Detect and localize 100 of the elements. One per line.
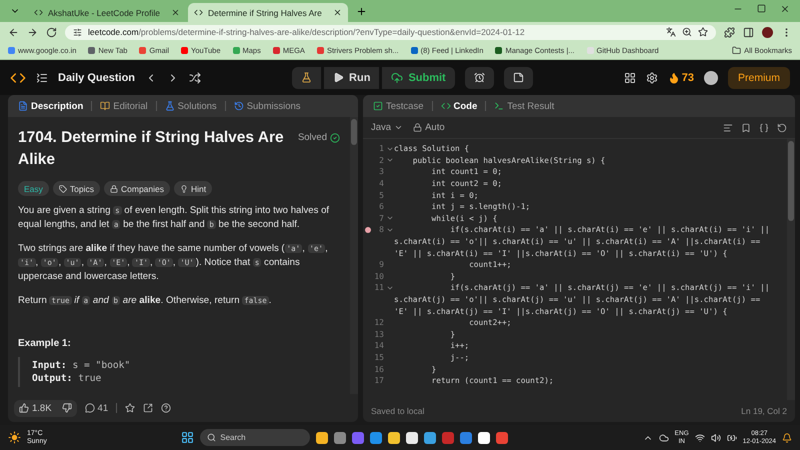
- streak-counter[interactable]: 73: [668, 72, 694, 84]
- app-icon[interactable]: [406, 432, 418, 444]
- line-number: 13: [374, 330, 384, 339]
- notification-icon: [782, 432, 792, 442]
- grid-icon: [624, 72, 636, 84]
- example-heading: Example 1:: [18, 338, 72, 349]
- scrollbar-thumb[interactable]: [788, 141, 794, 221]
- tab-favicon-icon: [34, 8, 43, 17]
- tab-icon: [440, 101, 450, 111]
- tab-icon: [373, 101, 383, 111]
- close-icon: [170, 8, 180, 17]
- app-icon[interactable]: [388, 432, 400, 444]
- cursor-position: Ln 19, Col 2: [741, 406, 787, 416]
- comment-icon: [84, 403, 95, 413]
- submit-button[interactable]: Submit: [382, 66, 455, 88]
- taskbar-search[interactable]: Search: [200, 429, 310, 446]
- daily-question-title[interactable]: Daily Question: [58, 72, 136, 84]
- tag-button[interactable]: Hint: [174, 181, 212, 196]
- flame-icon: [668, 72, 680, 84]
- search-icon: [207, 433, 216, 442]
- panel-tab[interactable]: Testcase: [369, 100, 428, 112]
- line-number: 2: [379, 156, 384, 165]
- problem-title: 1704. Determine if String Halves Are Alike: [18, 128, 285, 170]
- zoom-icon: [682, 27, 692, 37]
- help-icon: [161, 403, 172, 413]
- save-status: Saved to local: [371, 406, 424, 416]
- user-avatar[interactable]: [704, 70, 718, 84]
- tab-favicon-icon: [194, 8, 203, 17]
- extensions-icon: [724, 26, 735, 38]
- panel-tab[interactable]: Description: [14, 100, 88, 112]
- site-settings-icon: [73, 28, 82, 36]
- line-number: 14: [374, 341, 384, 350]
- bookmark-icon: [741, 122, 751, 132]
- forward-icon: [27, 26, 38, 38]
- scrollbar-thumb[interactable]: [351, 119, 357, 145]
- battery-icon: [726, 432, 737, 442]
- language-select[interactable]: Java: [371, 122, 404, 133]
- panel-tab[interactable]: Code: [436, 100, 482, 112]
- comments-button[interactable]: 41: [84, 402, 108, 414]
- settings-icon: [646, 72, 658, 84]
- list-icon: [36, 72, 48, 84]
- reset-icon: [777, 122, 787, 132]
- tag-button[interactable]: Companies: [104, 181, 170, 196]
- line-number: 8: [379, 225, 384, 234]
- reload-icon: [46, 26, 57, 38]
- app-icon[interactable]: [316, 432, 328, 444]
- tag-button[interactable]: Topics: [52, 181, 100, 196]
- sun-icon: [8, 431, 21, 444]
- wifi-icon: [694, 432, 705, 442]
- close-icon: [780, 4, 790, 14]
- share-icon: [143, 403, 154, 413]
- line-number: 10: [374, 272, 384, 281]
- tag-icon: [58, 184, 67, 192]
- example-line: Input: s = "book": [32, 359, 132, 372]
- lightbulb-icon: [180, 184, 188, 192]
- lock-icon: [413, 123, 422, 132]
- line-number: 15: [374, 352, 384, 362]
- alarm-clock-icon: [474, 72, 485, 83]
- premium-button[interactable]: Premium: [728, 66, 790, 88]
- braces-icon: [759, 122, 769, 132]
- line-number: 17: [374, 376, 384, 386]
- bookmark-star-icon: [698, 27, 708, 37]
- profile-avatar[interactable]: [762, 26, 773, 38]
- panel-tab[interactable]: Solutions: [160, 100, 221, 112]
- line-number: 5: [379, 190, 384, 200]
- format-icon: [723, 122, 733, 132]
- cloud-upload-icon: [391, 72, 404, 84]
- address-bar[interactable]: leetcode.com/problems/determine-if-string-halves-are-alike/description/?envType=daily-question&envId=2024-01-12: [65, 24, 716, 40]
- notes-button[interactable]: [504, 66, 533, 88]
- new-tab-icon: [356, 6, 367, 16]
- panel-tab[interactable]: Test Result: [490, 100, 558, 112]
- panel-tab[interactable]: Editorial: [96, 100, 152, 112]
- tab-icon: [18, 101, 28, 111]
- panel-tab[interactable]: Submissions: [230, 100, 305, 112]
- flask-icon: [301, 72, 312, 83]
- translate-icon: [666, 27, 676, 37]
- chevron-down-icon: [394, 123, 404, 132]
- tab-icon: [164, 101, 175, 111]
- browser-tab[interactable]: Determine if String Halves Are: [188, 3, 348, 22]
- run-button[interactable]: Run: [324, 66, 380, 88]
- solved-status: Solved: [298, 132, 340, 143]
- debug-button[interactable]: [292, 66, 322, 88]
- cloud-icon: [658, 432, 669, 442]
- line-number: 3: [379, 167, 384, 176]
- lock-icon: [110, 184, 118, 192]
- favorite-icon: [125, 403, 136, 413]
- shuffle-icon: [189, 72, 202, 84]
- start-icon: [181, 431, 194, 444]
- difficulty-label: Easy: [18, 181, 49, 196]
- play-icon: [333, 72, 344, 83]
- browser-tab[interactable]: AkshatUke - LeetCode Profile: [28, 3, 186, 22]
- line-number: 4: [379, 179, 384, 188]
- auto-mode-button[interactable]: Auto: [413, 122, 445, 133]
- volume-icon: [710, 432, 721, 442]
- maximize-icon: [757, 4, 766, 12]
- app-icon[interactable]: [478, 432, 490, 444]
- tab-icon: [494, 101, 504, 111]
- breakpoint-dot[interactable]: [365, 226, 371, 233]
- timer-button[interactable]: [464, 66, 494, 88]
- app-icon[interactable]: [424, 432, 436, 444]
